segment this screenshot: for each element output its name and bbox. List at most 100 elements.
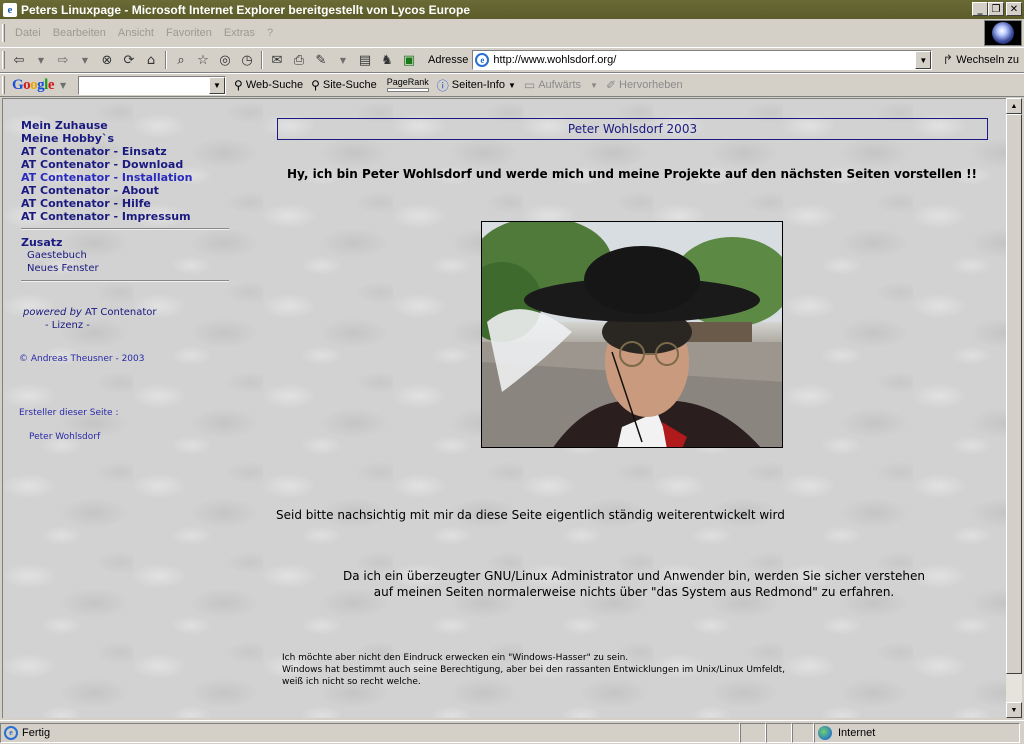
google-menu-dropdown-icon[interactable]: ▼	[54, 75, 72, 95]
gaestebuch-link[interactable]: Gaestebuch	[27, 249, 236, 262]
status-cell-empty	[740, 722, 766, 743]
address-dropdown-icon[interactable]: ▼	[915, 51, 932, 69]
nav-link-about[interactable]: AT Contenator - About	[21, 184, 236, 197]
menu-favoriten[interactable]: Favoriten	[160, 25, 218, 41]
edit-icon[interactable]: ✎	[312, 50, 330, 70]
powered-by-link[interactable]: AT Contenator	[85, 307, 156, 318]
toolbar-separator	[261, 51, 263, 69]
scroll-thumb[interactable]	[1006, 114, 1022, 674]
edit-dropdown-icon[interactable]: ▼	[334, 50, 352, 70]
menu-extras[interactable]: Extras	[218, 25, 261, 41]
nav-link-einsatz[interactable]: AT Contenator - Einsatz	[21, 145, 236, 158]
ie-app-icon: e	[3, 2, 17, 17]
minimize-button[interactable]: _	[972, 2, 988, 16]
forward-icon[interactable]: ⇨	[54, 50, 72, 70]
pagerank-indicator[interactable]: PageRank	[386, 77, 429, 92]
vertical-scrollbar[interactable]: ▲ ▼	[1006, 98, 1022, 718]
forward-dropdown-icon[interactable]: ▼	[76, 50, 94, 70]
scroll-up-icon[interactable]: ▲	[1006, 98, 1022, 114]
goto-button[interactable]: ↱ Wechseln zu	[942, 52, 1019, 68]
page-viewport[interactable]: Mein Zuhause Meine Hobby`s AT Contenator…	[2, 98, 1006, 718]
web-search-button[interactable]: ⚲ Web-Suche	[234, 78, 303, 92]
paragraph-windows-line2: Windows hat bestimmt auch seine Berechti…	[282, 665, 785, 675]
site-search-icon: ⚲	[311, 78, 320, 92]
nav-link-hilfe[interactable]: AT Contenator - Hilfe	[21, 197, 236, 210]
goto-label: Wechseln zu	[956, 54, 1020, 66]
menu-ansicht[interactable]: Ansicht	[112, 25, 160, 41]
history-icon[interactable]: ◷	[238, 50, 256, 70]
paragraph-windows-line1: Ich möchte aber nicht den Eindruck erwec…	[282, 653, 629, 663]
toolbar-grip	[2, 51, 5, 69]
pagerank-bar	[386, 88, 429, 92]
title-bar[interactable]: e Peters Linuxpage - Microsoft Internet …	[0, 0, 1024, 19]
web-search-label: Web-Suche	[245, 79, 304, 91]
powered-by-prefix: powered by	[23, 307, 82, 318]
discuss-icon[interactable]: ▤	[356, 50, 374, 70]
security-zone-cell: Internet	[814, 722, 1020, 743]
search-icon[interactable]: ⌕	[172, 50, 190, 70]
scroll-down-icon[interactable]: ▼	[1006, 702, 1022, 718]
zusatz-heading[interactable]: Zusatz	[21, 236, 236, 249]
mail-icon[interactable]: ✉	[268, 50, 286, 70]
menu-bar: Datei Bearbeiten Ansicht Favoriten Extra…	[0, 21, 980, 45]
nav-link-mein-zuhause[interactable]: Mein Zuhause	[21, 119, 236, 132]
highlight-button[interactable]: ✐ Hervorheben	[606, 78, 683, 92]
page-title: Peter Wohlsdorf 2003	[567, 122, 698, 136]
page-info-button[interactable]: ⓘ Seiten-Info ▼	[437, 77, 516, 94]
window-controls: _ ❐ ✕	[972, 2, 1022, 16]
highlighter-icon: ✐	[605, 78, 616, 92]
menu-help[interactable]: ?	[261, 25, 279, 41]
restore-button[interactable]: ❐	[988, 2, 1004, 16]
sidebar-divider	[21, 280, 229, 282]
site-search-label: Site-Suche	[322, 79, 377, 91]
back-icon[interactable]: ⇦	[10, 50, 28, 70]
copyright-text: © Andreas Theusner - 2003	[19, 354, 145, 364]
google-search-input[interactable]: ▼	[78, 75, 227, 95]
portrait-photo-graphic	[482, 222, 782, 447]
paragraph-linux-admin-line1: Da ich ein überzeugter GNU/Linux Adminis…	[343, 569, 925, 583]
print-icon[interactable]: ⎙	[290, 50, 308, 70]
paragraph-linux-admin-line2: auf meinen Seiten normalerweise nichts ü…	[373, 585, 895, 599]
nav-link-installation[interactable]: AT Contenator - Installation	[21, 171, 236, 184]
up-label: Aufwärts	[538, 79, 582, 91]
standard-toolbar: ⇦ ▼ ⇨ ▼ ⊗ ⟳ ⌂ ⌕ ☆ ◎ ◷ ✉ ⎙ ✎ ▼ ▤ ♞ ▣ Adre…	[0, 47, 1024, 73]
back-dropdown-icon[interactable]: ▼	[32, 50, 50, 70]
refresh-icon[interactable]: ⟳	[120, 50, 138, 70]
lite-icon[interactable]: ▣	[400, 50, 418, 70]
creator-name-link[interactable]: Peter Wohlsdorf	[29, 432, 236, 442]
ie-throbber	[984, 20, 1022, 46]
window-title: Peters Linuxpage - Microsoft Internet Ex…	[21, 2, 470, 17]
status-text: Fertig	[22, 726, 51, 739]
stop-icon[interactable]: ⊗	[98, 50, 116, 70]
paragraph-windows-line3: weiß ich nicht so recht welche.	[282, 677, 421, 687]
menu-bearbeiten[interactable]: Bearbeiten	[47, 25, 112, 41]
nav-link-impressum[interactable]: AT Contenator - Impressum	[21, 210, 236, 223]
neues-fenster-link[interactable]: Neues Fenster	[27, 262, 236, 275]
address-input[interactable]	[493, 54, 914, 66]
address-bar[interactable]: e ▼	[472, 50, 933, 70]
creator-label: Ersteller dieser Seite :	[19, 408, 119, 418]
close-button[interactable]: ✕	[1006, 2, 1022, 16]
messenger-icon[interactable]: ♞	[378, 50, 396, 70]
menu-datei[interactable]: Datei	[9, 25, 47, 41]
status-bar: e Fertig Internet	[0, 720, 1024, 744]
up-button[interactable]: ▭ Aufwärts ▼	[524, 78, 598, 92]
paragraph-linux-admin: Da ich ein überzeugter GNU/Linux Adminis…	[299, 568, 969, 600]
folder-up-icon: ▭	[523, 78, 536, 92]
media-icon[interactable]: ◎	[216, 50, 234, 70]
nav-link-hobbys[interactable]: Meine Hobby`s	[21, 132, 236, 145]
site-search-button[interactable]: ⚲ Site-Suche	[311, 78, 377, 92]
page-header-box: Peter Wohlsdorf 2003	[277, 118, 988, 140]
intro-text: Hy, ich bin Peter Wohlsdorf und werde mi…	[286, 167, 978, 181]
nav-link-download[interactable]: AT Contenator - Download	[21, 158, 236, 171]
up-dropdown-icon: ▼	[590, 80, 598, 90]
favorites-icon[interactable]: ☆	[194, 50, 212, 70]
google-search-dropdown-icon[interactable]: ▼	[209, 76, 226, 94]
page-info-label: Seiten-Info	[451, 79, 505, 91]
pagerank-label: PageRank	[386, 77, 429, 87]
home-icon[interactable]: ⌂	[142, 50, 160, 70]
throbber-orb-icon	[992, 22, 1014, 44]
license-link[interactable]: - Lizenz -	[45, 319, 236, 332]
google-logo[interactable]: Google	[12, 77, 55, 94]
powered-by: powered by AT Contenator	[23, 306, 236, 319]
